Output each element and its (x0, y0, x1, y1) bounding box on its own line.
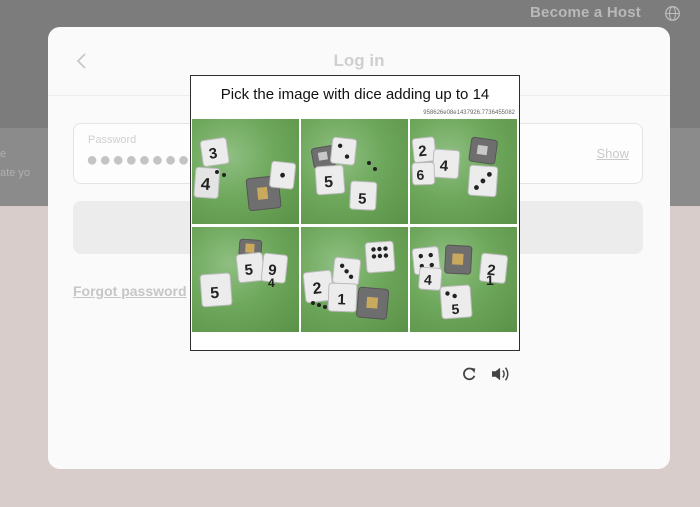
svg-text:2: 2 (417, 143, 427, 161)
dice-image-6[interactable]: 4 2 5 1 (410, 227, 517, 332)
svg-text:4: 4 (200, 174, 211, 194)
dice-image-4[interactable]: 5 9 5 4 (192, 227, 299, 332)
svg-text:6: 6 (416, 167, 425, 183)
become-host-link[interactable]: Become a Host (530, 4, 641, 21)
dice-image-2[interactable]: 5 5 (301, 119, 408, 224)
captcha-dialog: Pick the image with dice adding up to 14… (190, 75, 520, 351)
dice-image-3[interactable]: 2 4 6 (410, 119, 517, 224)
svg-text:5: 5 (244, 261, 254, 279)
svg-text:1: 1 (486, 272, 494, 288)
svg-text:4: 4 (268, 276, 275, 290)
password-value: ●●●●●●●● (86, 149, 191, 171)
svg-text:5: 5 (358, 190, 367, 207)
svg-text:5: 5 (210, 285, 220, 303)
reload-icon[interactable] (460, 365, 478, 383)
captcha-prompt: Pick the image with dice adding up to 14 (220, 86, 490, 103)
dice-image-1[interactable]: 3 4 (192, 119, 299, 224)
bg-side-text-2: ate yo (0, 167, 30, 179)
svg-text:5: 5 (451, 301, 460, 318)
dice-image-5[interactable]: 2 1 (301, 227, 408, 332)
captcha-id: 958626e08e1437926.7736455082 (423, 110, 515, 116)
captcha-grid: 3 4 5 5 2 4 6 5 9 5 4 2 1 4 2 5 1 (192, 119, 518, 332)
bg-side-text-1: e (0, 148, 7, 160)
audio-icon[interactable] (490, 365, 512, 383)
svg-text:2: 2 (312, 280, 323, 298)
globe-icon[interactable] (664, 5, 681, 22)
show-password-button[interactable]: Show (596, 146, 629, 161)
svg-text:4: 4 (424, 271, 433, 288)
svg-text:1: 1 (337, 291, 346, 308)
forgot-password-link[interactable]: Forgot password (73, 283, 187, 299)
svg-text:5: 5 (324, 174, 334, 192)
modal-title: Log in (333, 51, 385, 70)
password-label: Password (88, 134, 137, 146)
